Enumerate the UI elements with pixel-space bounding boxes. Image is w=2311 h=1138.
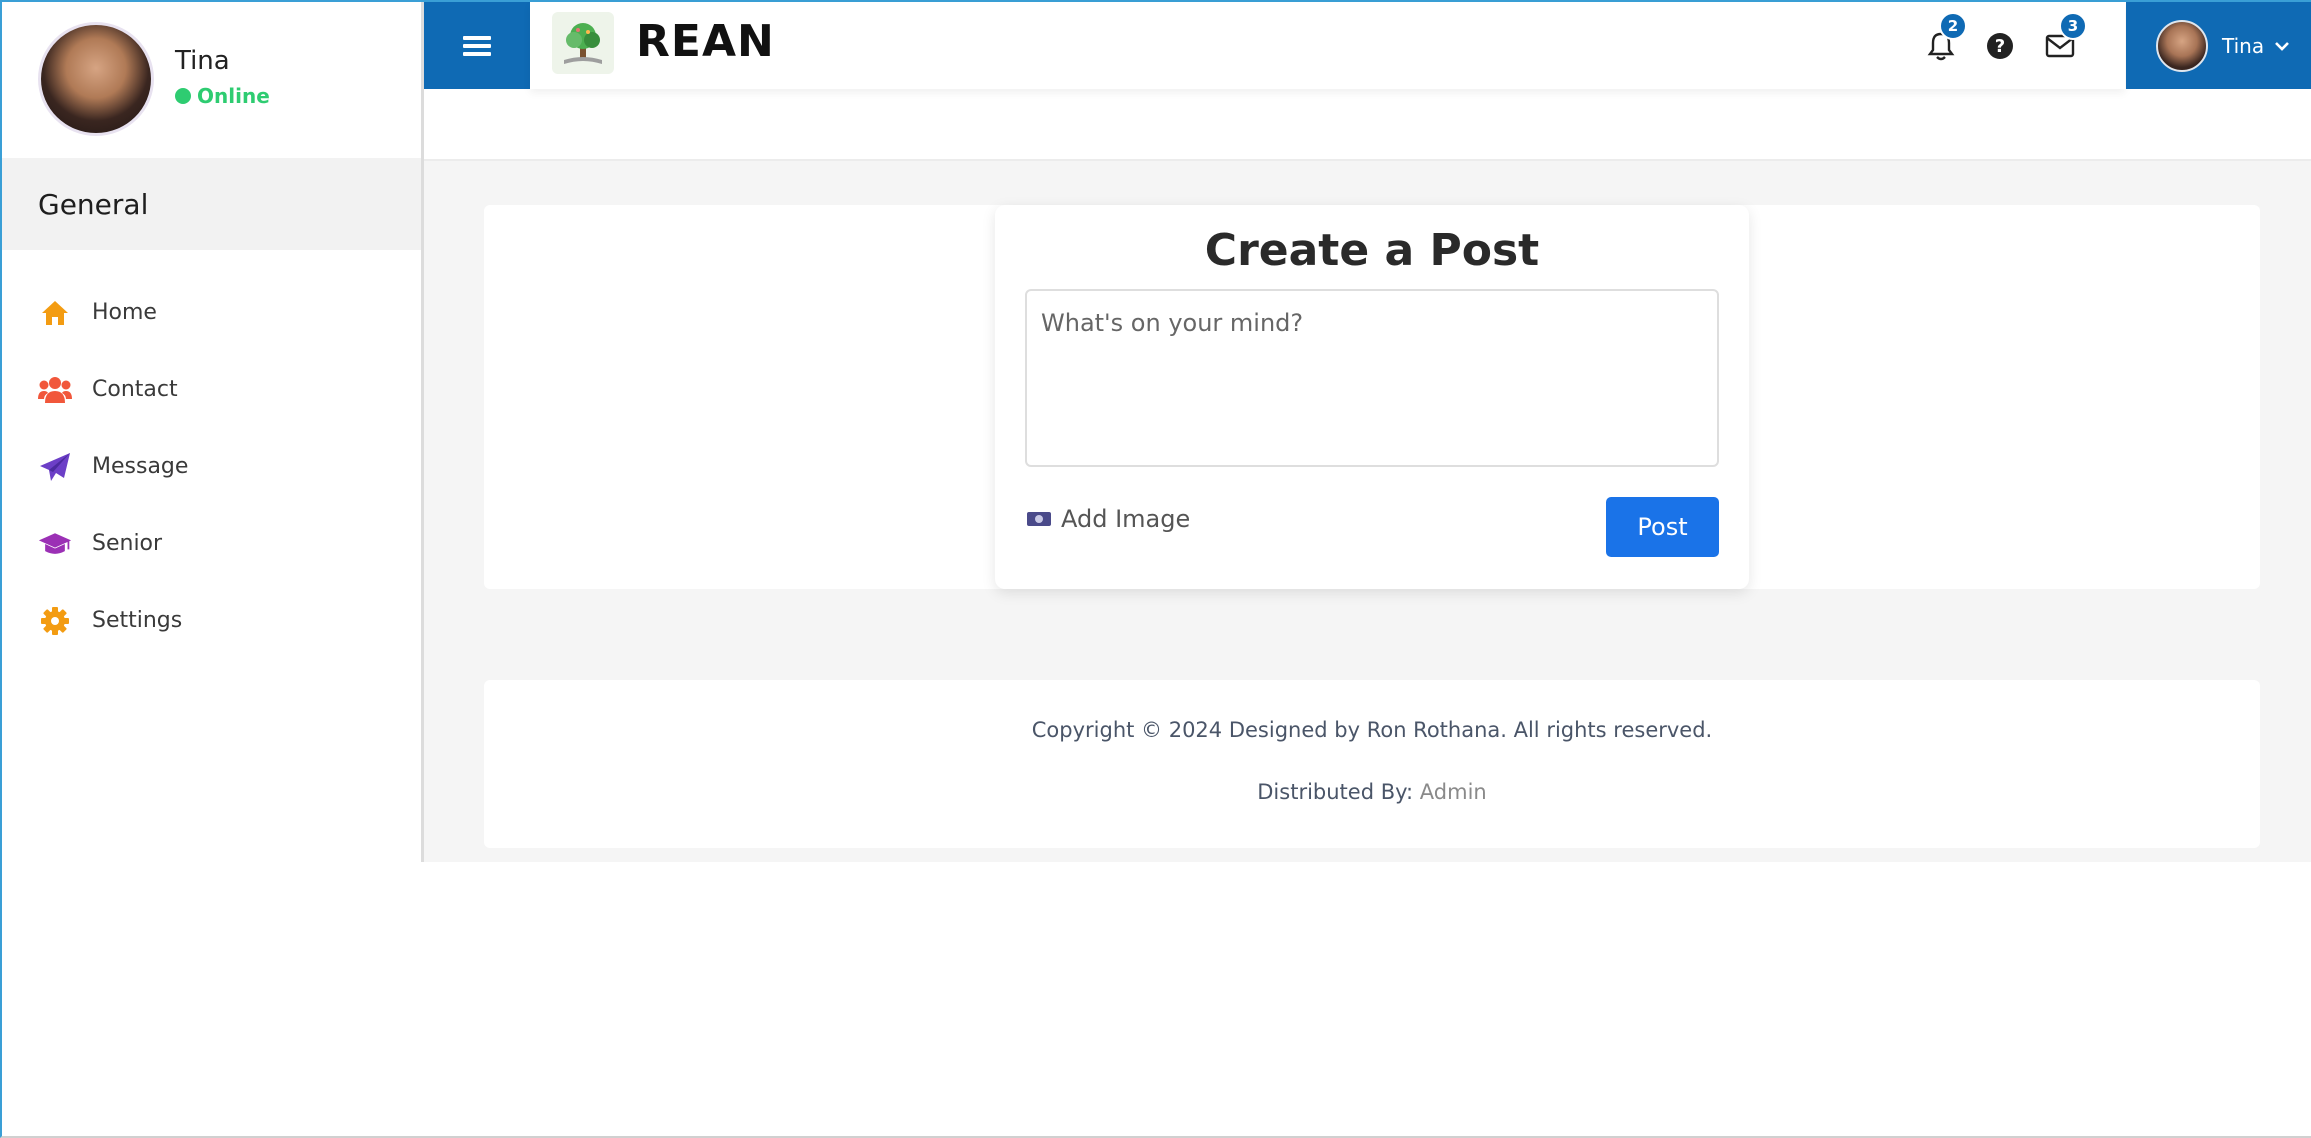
create-post-box: Create a Post Add Image Post (995, 205, 1749, 589)
sidebar-item-senior[interactable]: Senior (2, 505, 421, 582)
notifications-button[interactable]: 2 (1923, 12, 1967, 64)
help-button[interactable]: ? (1982, 28, 2018, 64)
section-header-general: General (2, 158, 421, 250)
sidebar-nav: Home Contact Message Senior Settings (2, 250, 421, 659)
sidebar-item-message[interactable]: Message (2, 428, 421, 505)
sidebar: Tina Online General Home Contact Message (2, 2, 424, 862)
users-icon (38, 373, 72, 407)
menu-toggle-button[interactable] (424, 2, 530, 89)
user-menu-name: Tina (2222, 33, 2265, 58)
notifications-badge: 2 (1939, 12, 1967, 40)
chevron-down-icon (2275, 41, 2290, 51)
create-post-title: Create a Post (1204, 225, 1540, 276)
status-indicator: Online (175, 84, 270, 108)
graduation-cap-icon (38, 527, 72, 561)
logo-tree-icon[interactable] (552, 12, 614, 74)
camera-icon (1027, 512, 1051, 526)
sidebar-item-label: Contact (92, 377, 178, 402)
sidebar-item-home[interactable]: Home (2, 274, 421, 351)
footer: Copyright © 2024 Designed by Ron Rothana… (484, 680, 2260, 848)
user-menu-dropdown[interactable]: Tina (2126, 2, 2311, 89)
gear-icon (38, 604, 72, 638)
sidebar-item-settings[interactable]: Settings (2, 582, 421, 659)
distributed-prefix: Distributed By: (1257, 780, 1420, 804)
sidebar-item-label: Senior (92, 531, 163, 556)
post-button[interactable]: Post (1606, 497, 1719, 557)
home-icon (38, 296, 72, 330)
admin-link[interactable]: Admin (1420, 780, 1487, 804)
sidebar-profile: Tina Online (2, 2, 421, 158)
status-label: Online (197, 84, 270, 108)
hamburger-icon (463, 35, 491, 56)
sidebar-item-contact[interactable]: Contact (2, 351, 421, 428)
avatar (2156, 19, 2208, 72)
paper-plane-icon (38, 450, 72, 484)
add-image-button[interactable]: Add Image (1027, 505, 1190, 533)
top-navbar: REAN 2 ? 3 (530, 2, 2125, 89)
messages-badge: 3 (2059, 12, 2087, 40)
subheader-bar (424, 89, 2311, 161)
messages-button[interactable]: 3 (2042, 12, 2087, 64)
profile-name: Tina (175, 46, 230, 76)
post-text-input[interactable] (1025, 289, 1719, 467)
distributed-by: Distributed By: Admin (484, 780, 2260, 804)
question-circle-icon: ? (1987, 33, 2013, 59)
online-dot-icon (175, 88, 191, 104)
sidebar-item-label: Message (92, 454, 189, 479)
copyright-text: Copyright © 2024 Designed by Ron Rothana… (1031, 718, 1713, 742)
sidebar-item-label: Home (92, 300, 157, 325)
sidebar-item-label: Settings (92, 608, 183, 633)
avatar[interactable] (38, 22, 154, 136)
brand-name[interactable]: REAN (636, 16, 775, 67)
add-image-label: Add Image (1061, 505, 1191, 533)
svg-text:?: ? (1995, 36, 2005, 57)
